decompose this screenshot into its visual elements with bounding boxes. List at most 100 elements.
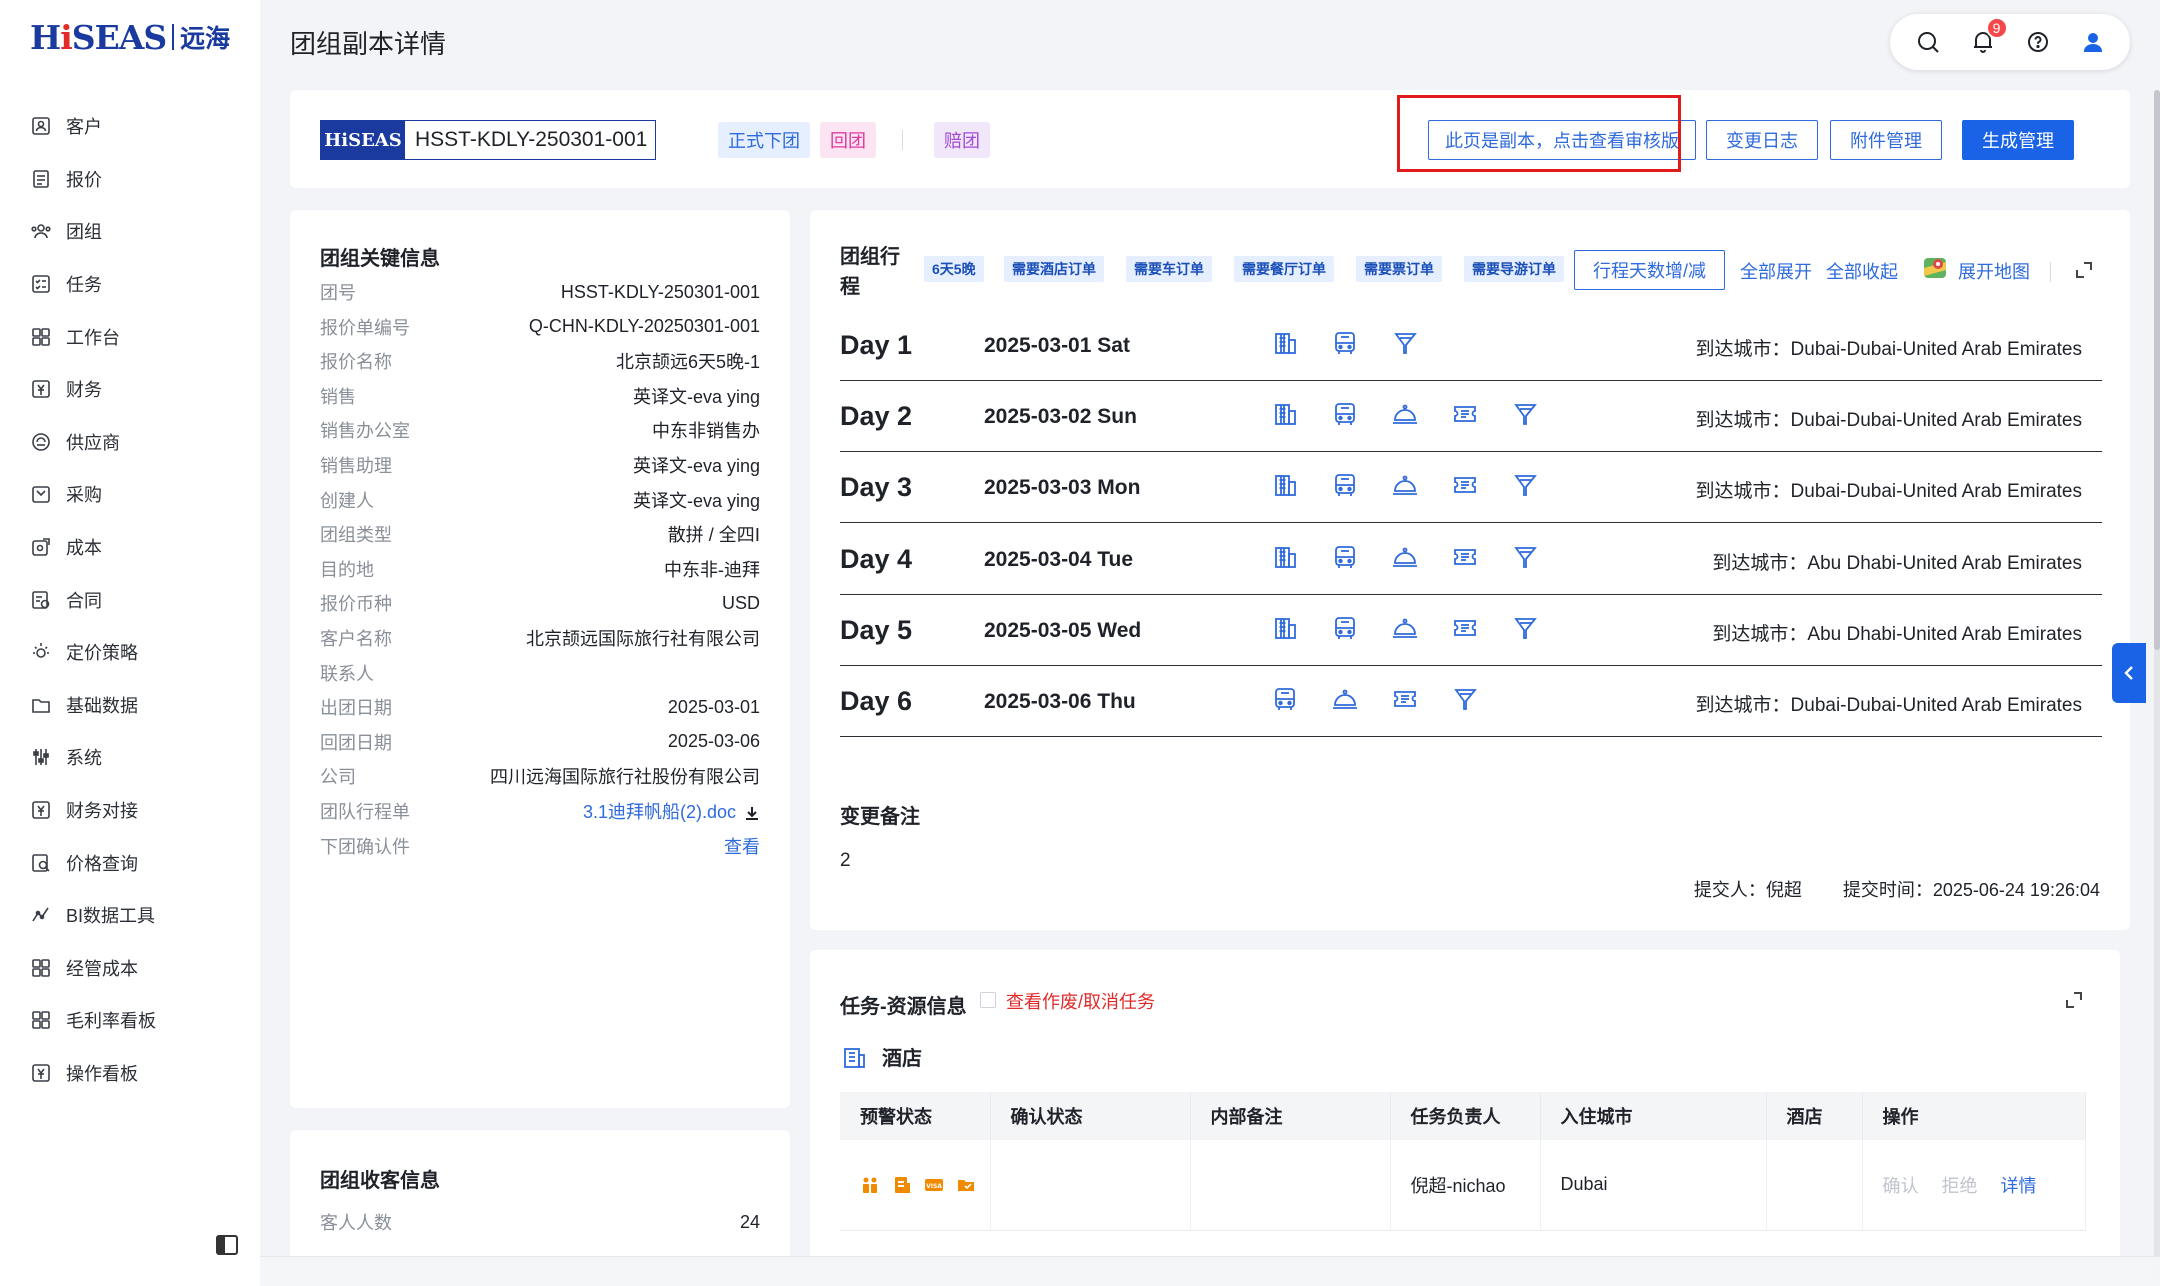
- meal-order-icon[interactable]: [1390, 470, 1420, 500]
- generate-button[interactable]: 生成管理: [1962, 120, 2074, 160]
- sidebar-item-workbench[interactable]: 工作台: [0, 310, 260, 363]
- help-icon[interactable]: [2023, 27, 2053, 57]
- sidebar-item-mgmt-cost[interactable]: 经管成本: [0, 942, 260, 995]
- bell-icon[interactable]: 9: [1968, 17, 2008, 57]
- sidebar-item-cost[interactable]: 成本: [0, 521, 260, 574]
- purchase-icon: [30, 483, 52, 505]
- itinerary-day-row[interactable]: Day 5 2025-03-05 Wed 到达城市：Abu Dhabi-United…: [840, 595, 2102, 666]
- visa-warning-icon[interactable]: VISA: [924, 1175, 944, 1195]
- guide-order-icon[interactable]: [1510, 613, 1540, 643]
- bus-order-icon[interactable]: [1330, 613, 1360, 643]
- itinerary-day-row[interactable]: Day 1 2025-03-01 Sat 到达城市：Dubai-Dubai-Unit…: [840, 310, 2102, 381]
- detail-action[interactable]: 详情: [2001, 1176, 2037, 1196]
- view-confirmation-link[interactable]: 查看: [724, 833, 760, 859]
- sidebar-item-quote[interactable]: 报价: [0, 153, 260, 206]
- itinerary-day-row[interactable]: Day 6 2025-03-06 Thu 到达城市：Dubai-Dubai-Unit…: [840, 666, 2102, 737]
- day-date: 2025-03-06 Thu: [984, 690, 1136, 713]
- meal-order-icon[interactable]: [1330, 684, 1360, 714]
- adjust-days-button[interactable]: 行程天数增/减: [1574, 250, 1726, 290]
- side-panel-toggle-icon[interactable]: [2112, 643, 2146, 703]
- fullscreen-icon[interactable]: [2074, 260, 2094, 280]
- ticket-order-icon[interactable]: [1450, 399, 1480, 429]
- sidebar-item-finance-link[interactable]: 财务对接: [0, 784, 260, 837]
- kv-value: Q-CHN-KDLY-20250301-001: [529, 316, 760, 337]
- expand-all-link[interactable]: 全部展开: [1740, 258, 1812, 284]
- kv-key: 公司: [320, 767, 356, 788]
- sidebar-item-customer[interactable]: 客户: [0, 100, 260, 153]
- col-note: 内部备注: [1190, 1092, 1391, 1140]
- sidebar-item-ops-board[interactable]: 操作看板: [0, 1047, 260, 1100]
- user-avatar-icon[interactable]: [2078, 27, 2108, 57]
- sidebar-item-contract[interactable]: 合同: [0, 573, 260, 626]
- ticket-order-icon[interactable]: [1390, 684, 1420, 714]
- group-warning-icon[interactable]: [860, 1175, 880, 1195]
- hotel-order-icon[interactable]: [1270, 328, 1300, 358]
- bus-order-icon[interactable]: [1330, 470, 1360, 500]
- sidebar-item-supplier[interactable]: 供应商: [0, 416, 260, 469]
- ticket-order-icon[interactable]: [1450, 613, 1480, 643]
- hotel-order-icon[interactable]: [1270, 613, 1300, 643]
- confirm-action[interactable]: 确认: [1883, 1176, 1919, 1196]
- itinerary-day-row[interactable]: Day 4 2025-03-04 Tue 到达城市：Abu Dhabi-United…: [840, 524, 2102, 595]
- attachments-button[interactable]: 附件管理: [1830, 120, 1942, 160]
- itinerary-day-row[interactable]: Day 2 2025-03-02 Sun 到达城市：Dubai-Dubai-Unit…: [840, 381, 2102, 453]
- note-cell: [1190, 1140, 1391, 1231]
- meal-order-icon[interactable]: [1390, 399, 1420, 429]
- sidebar-item-base-data[interactable]: 基础数据: [0, 679, 260, 732]
- guide-order-icon[interactable]: [1510, 399, 1540, 429]
- sidebar-item-finance[interactable]: 财务: [0, 363, 260, 416]
- sidebar-item-purchase[interactable]: 采购: [0, 468, 260, 521]
- sidebar-item-price-query[interactable]: 价格查询: [0, 836, 260, 889]
- itin-tag-hotel: 需要酒店订单: [1004, 256, 1104, 282]
- bus-order-icon[interactable]: [1270, 684, 1300, 714]
- guide-order-icon[interactable]: [1390, 328, 1420, 358]
- map-icon[interactable]: [1922, 254, 1948, 282]
- folder-warning-icon[interactable]: [956, 1175, 976, 1195]
- sidebar-collapse-icon[interactable]: [214, 1232, 240, 1258]
- ticket-order-icon[interactable]: [1450, 542, 1480, 572]
- reject-action[interactable]: 拒绝: [1942, 1176, 1978, 1196]
- kv-key: 团号: [320, 283, 356, 303]
- itinerary-day-row[interactable]: Day 3 2025-03-03 Mon 到达城市：Dubai-Dubai-Unit…: [840, 452, 2102, 524]
- document-warning-icon[interactable]: [892, 1175, 912, 1195]
- collapse-all-link[interactable]: 全部收起: [1826, 258, 1898, 284]
- sidebar-item-label: 合同: [66, 590, 102, 611]
- hotel-order-icon[interactable]: [1270, 542, 1300, 572]
- brand-logo[interactable]: HiSEAS 远海: [30, 14, 230, 60]
- bus-order-icon[interactable]: [1330, 328, 1360, 358]
- scrollbar-thumb[interactable]: [2154, 90, 2160, 650]
- ticket-order-icon[interactable]: [1450, 470, 1480, 500]
- sidebar-item-pricing[interactable]: 定价策略: [0, 626, 260, 679]
- tag-divider: [902, 130, 903, 150]
- view-void-tasks-link[interactable]: 查看作废/取消任务: [1006, 988, 1155, 1014]
- itinerary-doc-link[interactable]: 3.1迪拜帆船(2).doc: [583, 798, 760, 824]
- tag-returned: 回团: [820, 122, 876, 158]
- guide-order-icon[interactable]: [1510, 542, 1540, 572]
- download-icon[interactable]: [744, 805, 760, 821]
- meal-order-icon[interactable]: [1390, 542, 1420, 572]
- guide-order-icon[interactable]: [1510, 470, 1540, 500]
- hotel-order-icon[interactable]: [1270, 399, 1300, 429]
- sidebar-item-margin-board[interactable]: 毛利率看板: [0, 994, 260, 1047]
- sidebar-item-system[interactable]: 系统: [0, 731, 260, 784]
- sidebar-item-task[interactable]: 任务: [0, 258, 260, 311]
- kv-value-text: 2025-03-01: [667, 696, 760, 717]
- group-header-card: HiSEAS HSST-KDLY-250301-001 正式下团 回团 赔团 此…: [290, 90, 2130, 188]
- open-map-link[interactable]: 展开地图: [1958, 258, 2030, 284]
- bus-order-icon[interactable]: [1330, 542, 1360, 572]
- bus-order-icon[interactable]: [1330, 399, 1360, 429]
- hotel-order-icon[interactable]: [1270, 470, 1300, 500]
- search-icon[interactable]: [1913, 27, 1943, 57]
- sidebar-item-bi[interactable]: BI数据工具: [0, 889, 260, 942]
- kv-value-text: Q-CHN-KDLY-20250301-001: [528, 316, 760, 337]
- sidebar-item-group[interactable]: 团组: [0, 205, 260, 258]
- hotel-icon: [840, 1043, 868, 1071]
- task-fullscreen-icon[interactable]: [2064, 990, 2084, 1010]
- meal-order-icon[interactable]: [1390, 613, 1420, 643]
- kv-key: 下团确认件: [320, 836, 410, 857]
- change-log-button[interactable]: 变更日志: [1706, 120, 1818, 160]
- show-void-checkbox[interactable]: [980, 992, 996, 1008]
- guide-order-icon[interactable]: [1450, 684, 1480, 714]
- finance-icon: [30, 378, 52, 400]
- sidebar-item-label: BI数据工具: [66, 906, 156, 927]
